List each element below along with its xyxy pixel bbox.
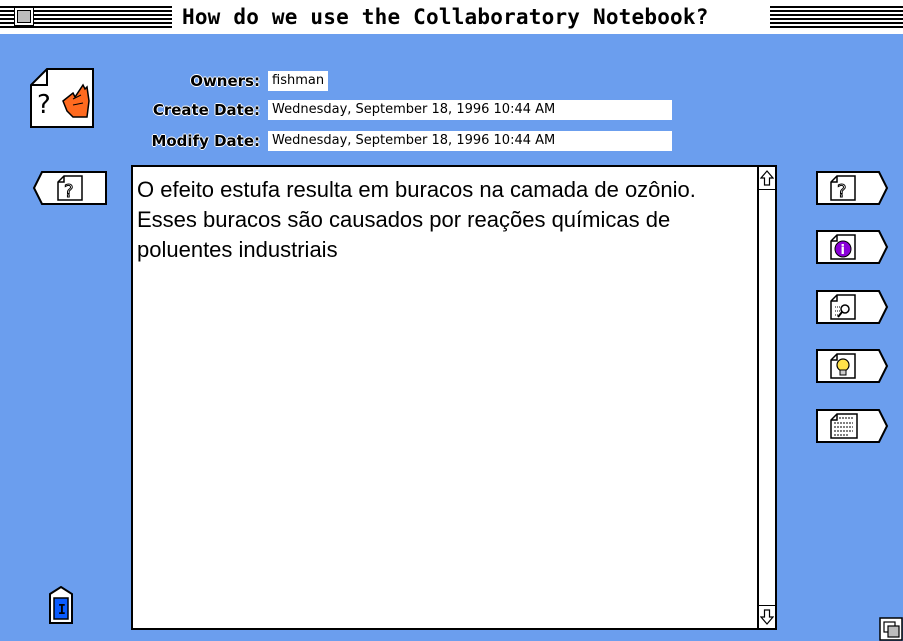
scroll-down-arrow-icon[interactable] xyxy=(759,605,775,628)
question-page-icon: ? xyxy=(837,181,847,202)
close-box[interactable] xyxy=(14,7,34,26)
question-document-icon: ? xyxy=(30,68,94,128)
title-bar-stripes-right xyxy=(770,6,903,28)
create-date-label: Create Date: xyxy=(152,101,260,119)
lightbulb-page-icon xyxy=(830,353,856,379)
text-page-button[interactable] xyxy=(815,408,889,444)
doc-icon-question-mark: ? xyxy=(37,90,51,120)
previous-question-button[interactable]: ? xyxy=(32,170,108,206)
magnifier-page-icon xyxy=(830,294,856,320)
magnifier-page-button[interactable] xyxy=(815,289,889,325)
notebook-tag-glyph: I xyxy=(58,603,66,618)
owners-label: Owners: xyxy=(190,72,260,90)
vertical-scrollbar[interactable] xyxy=(757,167,775,628)
notebook-tag-icon[interactable]: I xyxy=(48,586,74,624)
lightbulb-page-button[interactable] xyxy=(815,348,889,384)
resize-handle-icon[interactable] xyxy=(879,617,903,641)
text-page-icon xyxy=(830,413,858,439)
info-page-icon: i xyxy=(841,243,845,258)
question-page-button[interactable]: ? xyxy=(815,170,889,206)
create-date-value: Wednesday, September 18, 1996 10:44 AM xyxy=(268,100,672,120)
note-text-area[interactable]: O efeito estufa resulta em buracos na ca… xyxy=(131,165,777,630)
info-page-button[interactable]: i xyxy=(815,229,889,265)
scroll-up-arrow-icon[interactable] xyxy=(759,167,775,190)
modify-date-label: Modify Date: xyxy=(151,132,260,150)
window-title: How do we use the Collaboratory Notebook… xyxy=(172,4,719,30)
prev-button-glyph: ? xyxy=(64,181,74,202)
title-bar[interactable]: How do we use the Collaboratory Notebook… xyxy=(0,0,903,34)
owners-value: fishman xyxy=(268,71,329,91)
note-body-text[interactable]: O efeito estufa resulta em buracos na ca… xyxy=(137,175,757,265)
modify-date-value: Wednesday, September 18, 1996 10:44 AM xyxy=(268,131,672,151)
